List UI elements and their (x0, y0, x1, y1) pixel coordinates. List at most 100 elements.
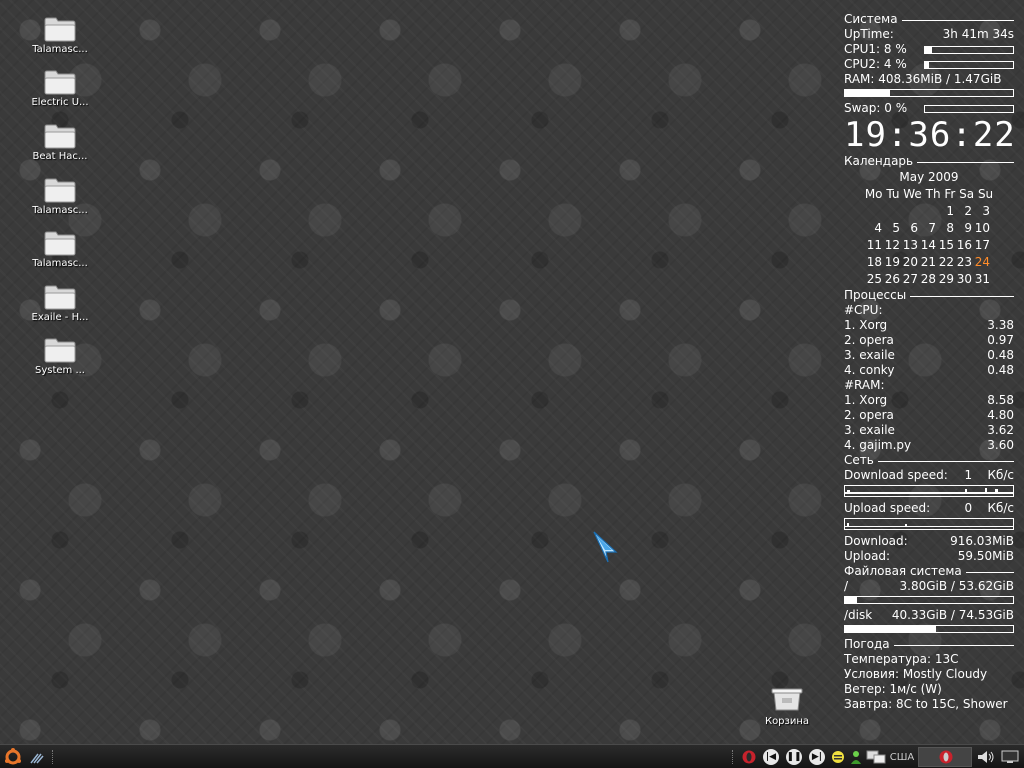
network-section-header: Сеть (844, 453, 1014, 468)
filesystem-section-header: Файловая система (844, 564, 1014, 579)
uptime-row: UpTime: 3h 41m 34s (844, 27, 1014, 41)
clock: 19:36:22 (844, 115, 1016, 155)
main-menu-button[interactable] (2, 748, 24, 766)
process-value: 3.62 (987, 423, 1014, 437)
calendar-day: 29 (938, 272, 954, 286)
calendar-day: 10 (974, 221, 990, 235)
disk-fs-bar (844, 625, 1014, 633)
pause-button[interactable]: ❚❚ (785, 748, 803, 766)
display-button[interactable] (999, 748, 1021, 766)
process-value: 0.97 (987, 333, 1014, 347)
cpu2-bar (924, 60, 1014, 69)
ram-process-row: 1. Xorg 8.58 (844, 393, 1014, 408)
prev-track-icon: |◀ (763, 749, 779, 765)
download-speed-graph (844, 485, 1014, 497)
ubuntu-logo-icon (5, 748, 21, 765)
tray-app-button[interactable] (918, 747, 972, 767)
calendar-day: 20 (902, 255, 918, 269)
process-name: 3. exaile (844, 423, 895, 437)
process-name: 3. exaile (844, 348, 895, 362)
folder-icon (44, 337, 76, 363)
process-value: 3.38 (987, 318, 1014, 332)
next-track-icon: ▶| (809, 749, 825, 765)
desktop-folder-item[interactable]: Exaile - H... (28, 284, 92, 323)
calendar-day: 18 (866, 255, 882, 269)
ram-bar (844, 89, 1014, 97)
upload-speed-row: Upload speed: 0 Кб/с (844, 501, 1014, 515)
desktop-item-label: Exaile - H... (31, 312, 89, 323)
ram-processes-label: #RAM: (844, 378, 885, 392)
calendar-section-header: Календарь (844, 154, 1014, 169)
display-icon (1001, 750, 1019, 763)
process-value: 8.58 (987, 393, 1014, 407)
opera-tray-button[interactable] (740, 748, 758, 766)
weather-section-header: Погода (844, 637, 1014, 652)
calendar-day: 9 (964, 221, 972, 235)
process-value: 4.80 (987, 408, 1014, 422)
desktop-item-label: System ... (34, 365, 85, 376)
trash-icon (771, 688, 803, 711)
desktop-folder-item[interactable]: Talamasc... (28, 230, 92, 269)
gajim-tray-button[interactable] (830, 748, 846, 766)
calendar-day: 17 (974, 238, 990, 252)
desktop-folder-item[interactable]: Talamasc... (28, 16, 92, 55)
calendar-month-year: May 2009 (899, 170, 959, 184)
desktop-item-label: Talamasc... (32, 258, 88, 269)
calendar-day: 16 (956, 238, 972, 252)
calendar-day (902, 203, 920, 220)
desktop-folder-item[interactable]: Beat Hac... (28, 123, 92, 162)
ram-row: RAM: 408.36MiB / 1.47GiB (844, 72, 1002, 86)
desktop-folder-item[interactable]: System ... (28, 337, 92, 376)
calendar-day: 14 (920, 238, 936, 252)
desktop-item-label: Talamasc... (32, 205, 88, 216)
calendar-day (884, 203, 902, 220)
calendar-day: 6 (910, 221, 918, 235)
process-name: 1. Xorg (844, 393, 888, 407)
brush-icon (30, 753, 44, 764)
calendar-day: 4 (874, 221, 882, 235)
process-name: 2. opera (844, 333, 894, 347)
launcher-button[interactable] (27, 748, 47, 766)
process-name: 4. conky (844, 363, 895, 377)
opera-icon (939, 750, 953, 764)
calendar-day: 15 (938, 238, 954, 252)
calendar-day: 8 (946, 221, 954, 235)
next-track-button[interactable]: ▶| (808, 748, 826, 766)
desktop-folder-item[interactable]: Talamasc... (28, 177, 92, 216)
cpu-process-row: 4. conky 0.48 (844, 363, 1014, 378)
chat-icon (851, 751, 861, 764)
calendar-day: 7 (928, 221, 936, 235)
calendar-day: 31 (974, 272, 990, 286)
desktop-item-label: Electric U... (31, 97, 89, 108)
calendar-day: 3 (982, 204, 990, 218)
disk-fs-row: /disk 40.33GiB / 74.53GiB (844, 608, 1014, 622)
network-tray-button[interactable] (865, 748, 887, 766)
opera-icon (742, 750, 756, 764)
process-name: 4. gajim.py (844, 438, 912, 452)
pause-icon: ❚❚ (786, 749, 802, 765)
root-fs-bar (844, 596, 1014, 604)
calendar-day: 13 (902, 238, 918, 252)
conky-system-monitor: Система UpTime: 3h 41m 34s CPU1: 8 % CPU2… (844, 12, 1016, 712)
desktop-item-label: Talamasc... (32, 44, 88, 55)
prev-track-button[interactable]: |◀ (762, 748, 780, 766)
folder-icon (44, 177, 76, 203)
process-value: 0.48 (987, 363, 1014, 377)
volume-button[interactable] (975, 748, 997, 766)
chat-tray-button[interactable] (848, 748, 864, 766)
calendar-day: 25 (866, 272, 882, 286)
calendar-day: 27 (902, 272, 918, 286)
ram-process-row: 3. exaile 3.62 (844, 423, 1014, 438)
swap-row: Swap: 0 % (844, 101, 1014, 116)
calendar-day: 23 (956, 255, 972, 269)
process-value: 3.60 (987, 438, 1014, 452)
keyboard-layout-indicator[interactable]: США (889, 748, 915, 766)
calendar-day: 1 (946, 204, 954, 218)
taskbar: |◀ ❚❚ ▶| США (0, 744, 1024, 768)
cpu1-row: CPU1: 8 % (844, 42, 1014, 57)
trash-desktop-icon[interactable]: Корзина (760, 686, 814, 727)
calendar-day: 12 (884, 238, 900, 252)
cpu2-row: CPU2: 4 % (844, 57, 1014, 72)
ram-process-row: 4. gajim.py 3.60 (844, 438, 1014, 453)
desktop-folder-item[interactable]: Electric U... (28, 69, 92, 108)
